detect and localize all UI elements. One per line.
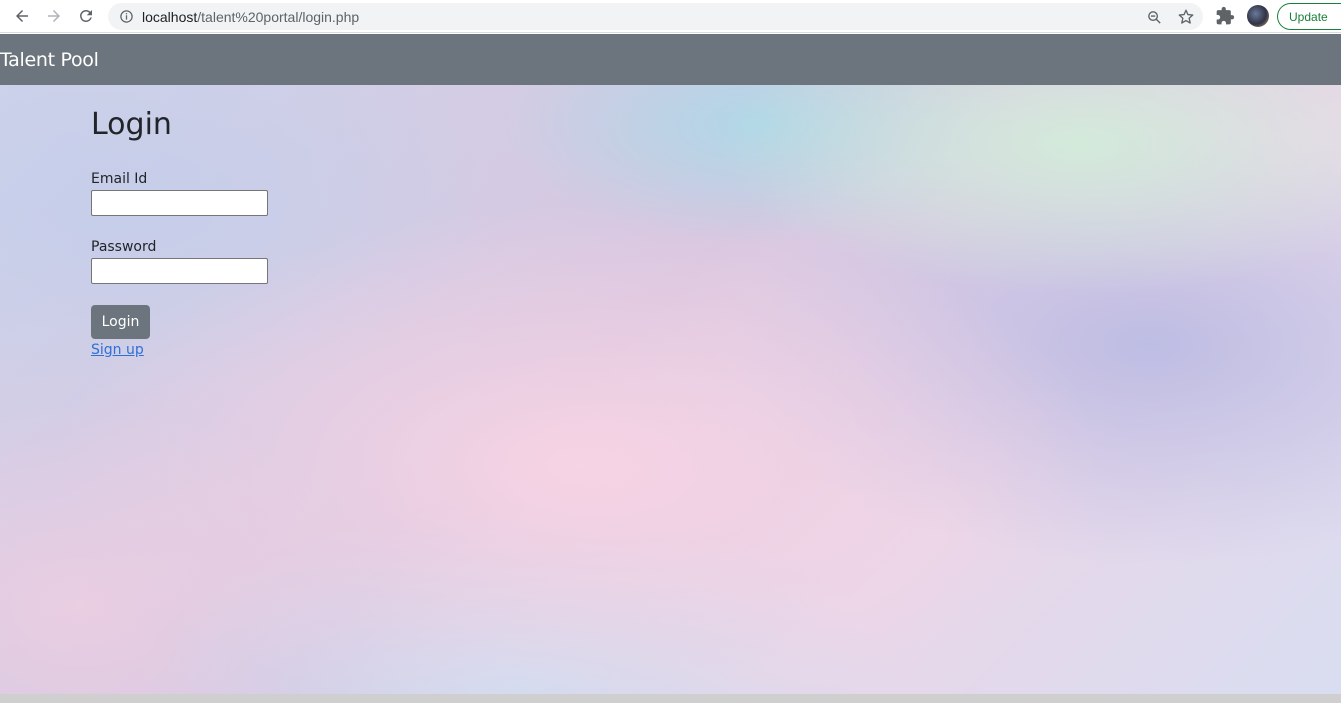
- password-label: Password: [91, 239, 157, 255]
- update-button[interactable]: Update: [1277, 3, 1341, 30]
- profile-avatar[interactable]: [1247, 5, 1269, 27]
- back-button[interactable]: [9, 4, 35, 28]
- browser-toolbar: localhost/talent%20portal/login.php Upda…: [0, 0, 1341, 33]
- info-icon[interactable]: [119, 9, 134, 24]
- email-label: Email Id: [91, 171, 148, 187]
- horizontal-scrollbar[interactable]: [0, 694, 1341, 703]
- zoom-button[interactable]: [1144, 7, 1164, 27]
- reload-button[interactable]: [73, 4, 99, 28]
- login-button[interactable]: Login: [91, 305, 150, 339]
- url-text: localhost/talent%20portal/login.php: [142, 9, 359, 25]
- back-icon: [16, 10, 28, 22]
- extensions-button[interactable]: [1215, 6, 1235, 26]
- page-viewport: Talent Pool Login Email Id Password Logi…: [0, 34, 1341, 694]
- reload-icon: [80, 10, 92, 22]
- url-host: localhost: [142, 9, 198, 25]
- bookmark-button[interactable]: [1176, 7, 1196, 27]
- email-input[interactable]: [91, 190, 268, 216]
- extensions-icon: [1216, 6, 1235, 25]
- signup-link[interactable]: Sign up: [91, 342, 144, 358]
- navbar: Talent Pool: [0, 34, 1341, 85]
- forward-icon: [48, 10, 60, 22]
- page-title: Login: [91, 107, 172, 142]
- navbar-brand[interactable]: Talent Pool: [0, 49, 99, 71]
- url-path: /talent%20portal/login.php: [197, 9, 360, 25]
- background-gradient: [0, 85, 1341, 694]
- password-input[interactable]: [91, 258, 268, 284]
- zoom-icon: [1147, 10, 1161, 24]
- forward-button[interactable]: [41, 4, 67, 28]
- address-bar[interactable]: localhost/talent%20portal/login.php: [108, 3, 1203, 30]
- star-icon: [1178, 9, 1194, 24]
